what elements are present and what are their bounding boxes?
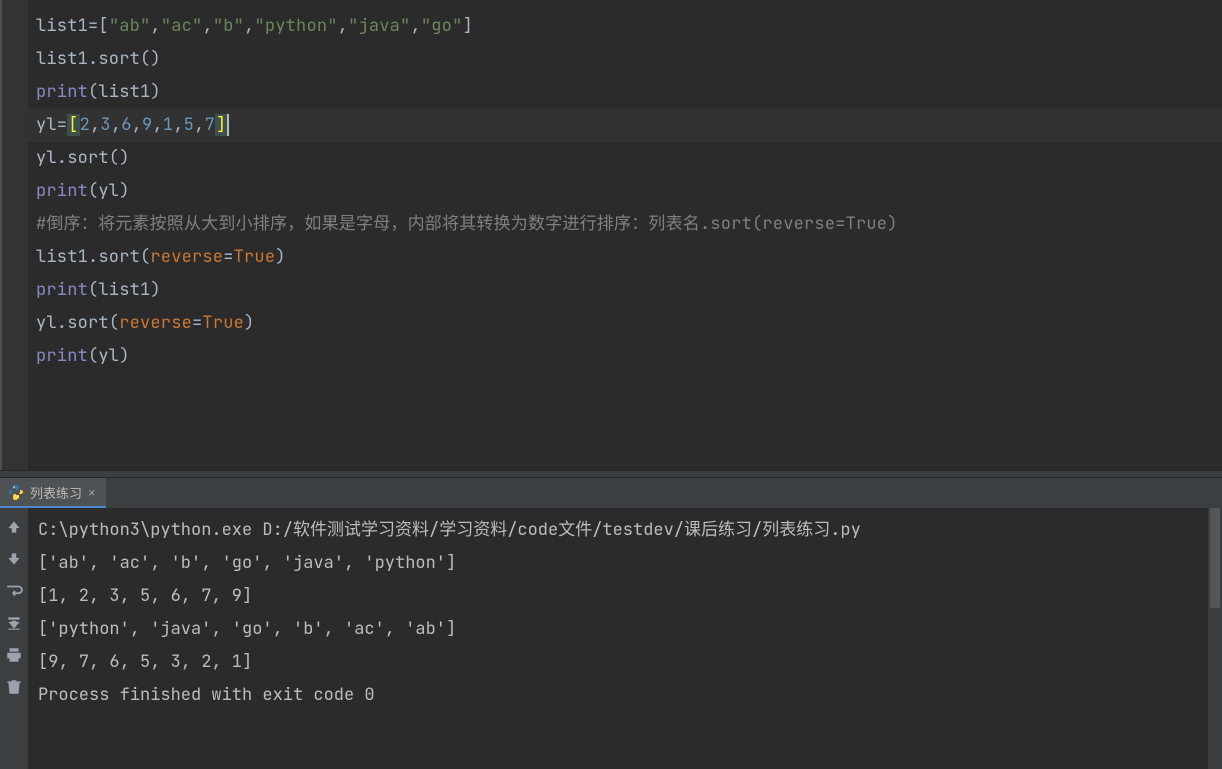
scrollbar-thumb[interactable] [1210, 508, 1220, 608]
code-line[interactable]: list1.sort() [36, 43, 1214, 76]
code-line[interactable]: print(list1) [36, 274, 1214, 307]
splitter[interactable] [0, 470, 1222, 478]
console-line: ['python', 'java', 'go', 'b', 'ac', 'ab'… [38, 613, 1212, 646]
code-line[interactable]: yl.sort() [36, 142, 1214, 175]
console-line: C:\python3\python.exe D:/软件测试学习资料/学习资料/c… [38, 514, 1212, 547]
code-line[interactable]: #倒序：将元素按照从大到小排序，如果是字母，内部将其转换为数字进行排序：列表名.… [36, 208, 1214, 241]
run-toolbar [0, 508, 28, 769]
trash-icon[interactable] [5, 678, 23, 696]
code-line[interactable]: list1.sort(reverse=True) [36, 241, 1214, 274]
console-line: ['ab', 'ac', 'b', 'go', 'java', 'python'… [38, 547, 1212, 580]
console-line: [9, 7, 6, 5, 3, 2, 1] [38, 646, 1212, 679]
code-line[interactable]: print(yl) [36, 340, 1214, 373]
close-icon[interactable]: × [88, 485, 96, 500]
arrow-down-icon[interactable] [5, 550, 23, 568]
code-line[interactable]: yl.sort(reverse=True) [36, 307, 1214, 340]
editor-gutter [0, 0, 28, 470]
soft-wrap-icon[interactable] [5, 582, 23, 600]
scrollbar[interactable] [1208, 508, 1222, 769]
run-tab[interactable]: 列表练习 × [0, 478, 106, 508]
console-output[interactable]: C:\python3\python.exe D:/软件测试学习资料/学习资料/c… [28, 508, 1222, 769]
console-line: [1, 2, 3, 5, 6, 7, 9] [38, 580, 1212, 613]
console-line: Process finished with exit code 0 [38, 679, 1212, 712]
text-caret [227, 114, 229, 136]
run-tab-label: 列表练习 [30, 483, 82, 502]
code-editor[interactable]: list1=["ab","ac","b","python","java","go… [0, 0, 1222, 470]
code-line[interactable]: print(yl) [36, 175, 1214, 208]
run-tab-bar: 列表练习 × [0, 478, 1222, 508]
scroll-to-end-icon[interactable] [5, 614, 23, 632]
code-line[interactable]: print(list1) [36, 76, 1214, 109]
arrow-up-icon[interactable] [5, 518, 23, 536]
run-tool-window: 列表练习 × C:\python3\python.exe D:/软件测试学习资料… [0, 478, 1222, 769]
code-line[interactable]: list1=["ab","ac","b","python","java","go… [36, 10, 1214, 43]
code-line[interactable]: yl=[2,3,6,9,1,5,7] [36, 109, 1214, 142]
print-icon[interactable] [5, 646, 23, 664]
python-file-icon [8, 484, 24, 500]
